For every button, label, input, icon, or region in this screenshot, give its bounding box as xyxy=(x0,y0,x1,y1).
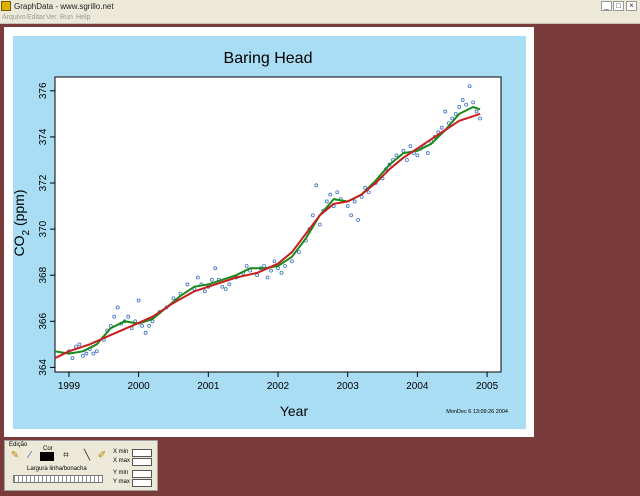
menu-run[interactable]: Run xyxy=(60,13,73,23)
color-swatch-icon[interactable] xyxy=(40,452,54,461)
ymax-field[interactable] xyxy=(132,479,152,487)
line-width-label: Largura linha/bonacha xyxy=(27,466,87,472)
app-icon xyxy=(1,1,11,11)
y-tick-label: 368 xyxy=(38,266,49,283)
brush-icon[interactable]: ⁄ xyxy=(24,450,36,462)
plot-frame xyxy=(54,76,502,373)
y-tick-label: 370 xyxy=(38,220,49,237)
minimize-button[interactable]: _ xyxy=(601,1,612,11)
pen-icon[interactable]: ✐ xyxy=(96,450,108,462)
title-bar: GraphData - www.sgrillo.net _ □ × xyxy=(0,0,640,14)
x-tick-label: 2001 xyxy=(197,381,220,392)
xmin-label: X min xyxy=(113,449,129,455)
y-tick-label: 374 xyxy=(38,128,49,145)
y-tick-label: 376 xyxy=(38,82,49,99)
edit-palette: Edição Cor ✎ ⁄ ⌗ ╲ ✐ Largura linha/bonac… xyxy=(4,440,158,491)
chart-title: Baring Head xyxy=(224,50,313,67)
line-icon[interactable]: ╲ xyxy=(81,450,93,462)
window-title: GraphData - www.sgrillo.net xyxy=(14,2,114,11)
xmax-label: X max xyxy=(113,458,131,464)
menu-editar[interactable]: Editar xyxy=(27,13,45,23)
x-tick-label: 2004 xyxy=(406,381,429,392)
x-tick-label: 2005 xyxy=(476,381,499,392)
menu-arquivo[interactable]: Arquivo xyxy=(2,13,26,23)
y-tick-label: 364 xyxy=(38,359,49,376)
edit-label: Edição xyxy=(9,442,28,448)
ymin-label: Y min xyxy=(113,470,129,476)
x-tick-label: 2000 xyxy=(128,381,151,392)
y-axis-label-main: CO xyxy=(11,235,27,256)
y-axis-label: CO2 (ppm) xyxy=(11,189,32,256)
menu-bar: Arquivo Editar Ver Run Help xyxy=(0,13,640,24)
chart-footnote: MonDec 6 13:09:26 2004 xyxy=(446,409,508,415)
menu-help[interactable]: Help xyxy=(76,13,90,23)
close-button[interactable]: × xyxy=(626,1,637,11)
x-tick-label: 2003 xyxy=(337,381,360,392)
crop-icon[interactable]: ⌗ xyxy=(60,450,72,462)
maximize-button[interactable]: □ xyxy=(613,1,624,11)
menu-ver[interactable]: Ver xyxy=(46,13,57,23)
xmax-field[interactable] xyxy=(132,458,152,466)
chart-svg: Baring Head Year CO2 (ppm) MonDec 6 13:0… xyxy=(11,50,508,419)
y-axis-label-unit: (ppm) xyxy=(11,189,27,229)
pencil-icon[interactable]: ✎ xyxy=(9,450,21,462)
x-axis-label: Year xyxy=(280,403,309,419)
graph-canvas[interactable]: Baring Head Year CO2 (ppm) MonDec 6 13:0… xyxy=(4,27,534,437)
plot-area: 1999 2000 2001 2002 2003 2004 2005 364 366 368 370… xyxy=(38,76,502,392)
x-tick-label: 1999 xyxy=(58,381,81,392)
y-tick-label: 372 xyxy=(38,174,49,191)
xmin-field[interactable] xyxy=(132,449,152,457)
ymin-field[interactable] xyxy=(132,470,152,478)
y-tick-label: 366 xyxy=(38,313,49,330)
line-width-slider[interactable] xyxy=(13,475,103,483)
ymax-label: Y max xyxy=(113,479,130,485)
x-tick-label: 2002 xyxy=(267,381,290,392)
